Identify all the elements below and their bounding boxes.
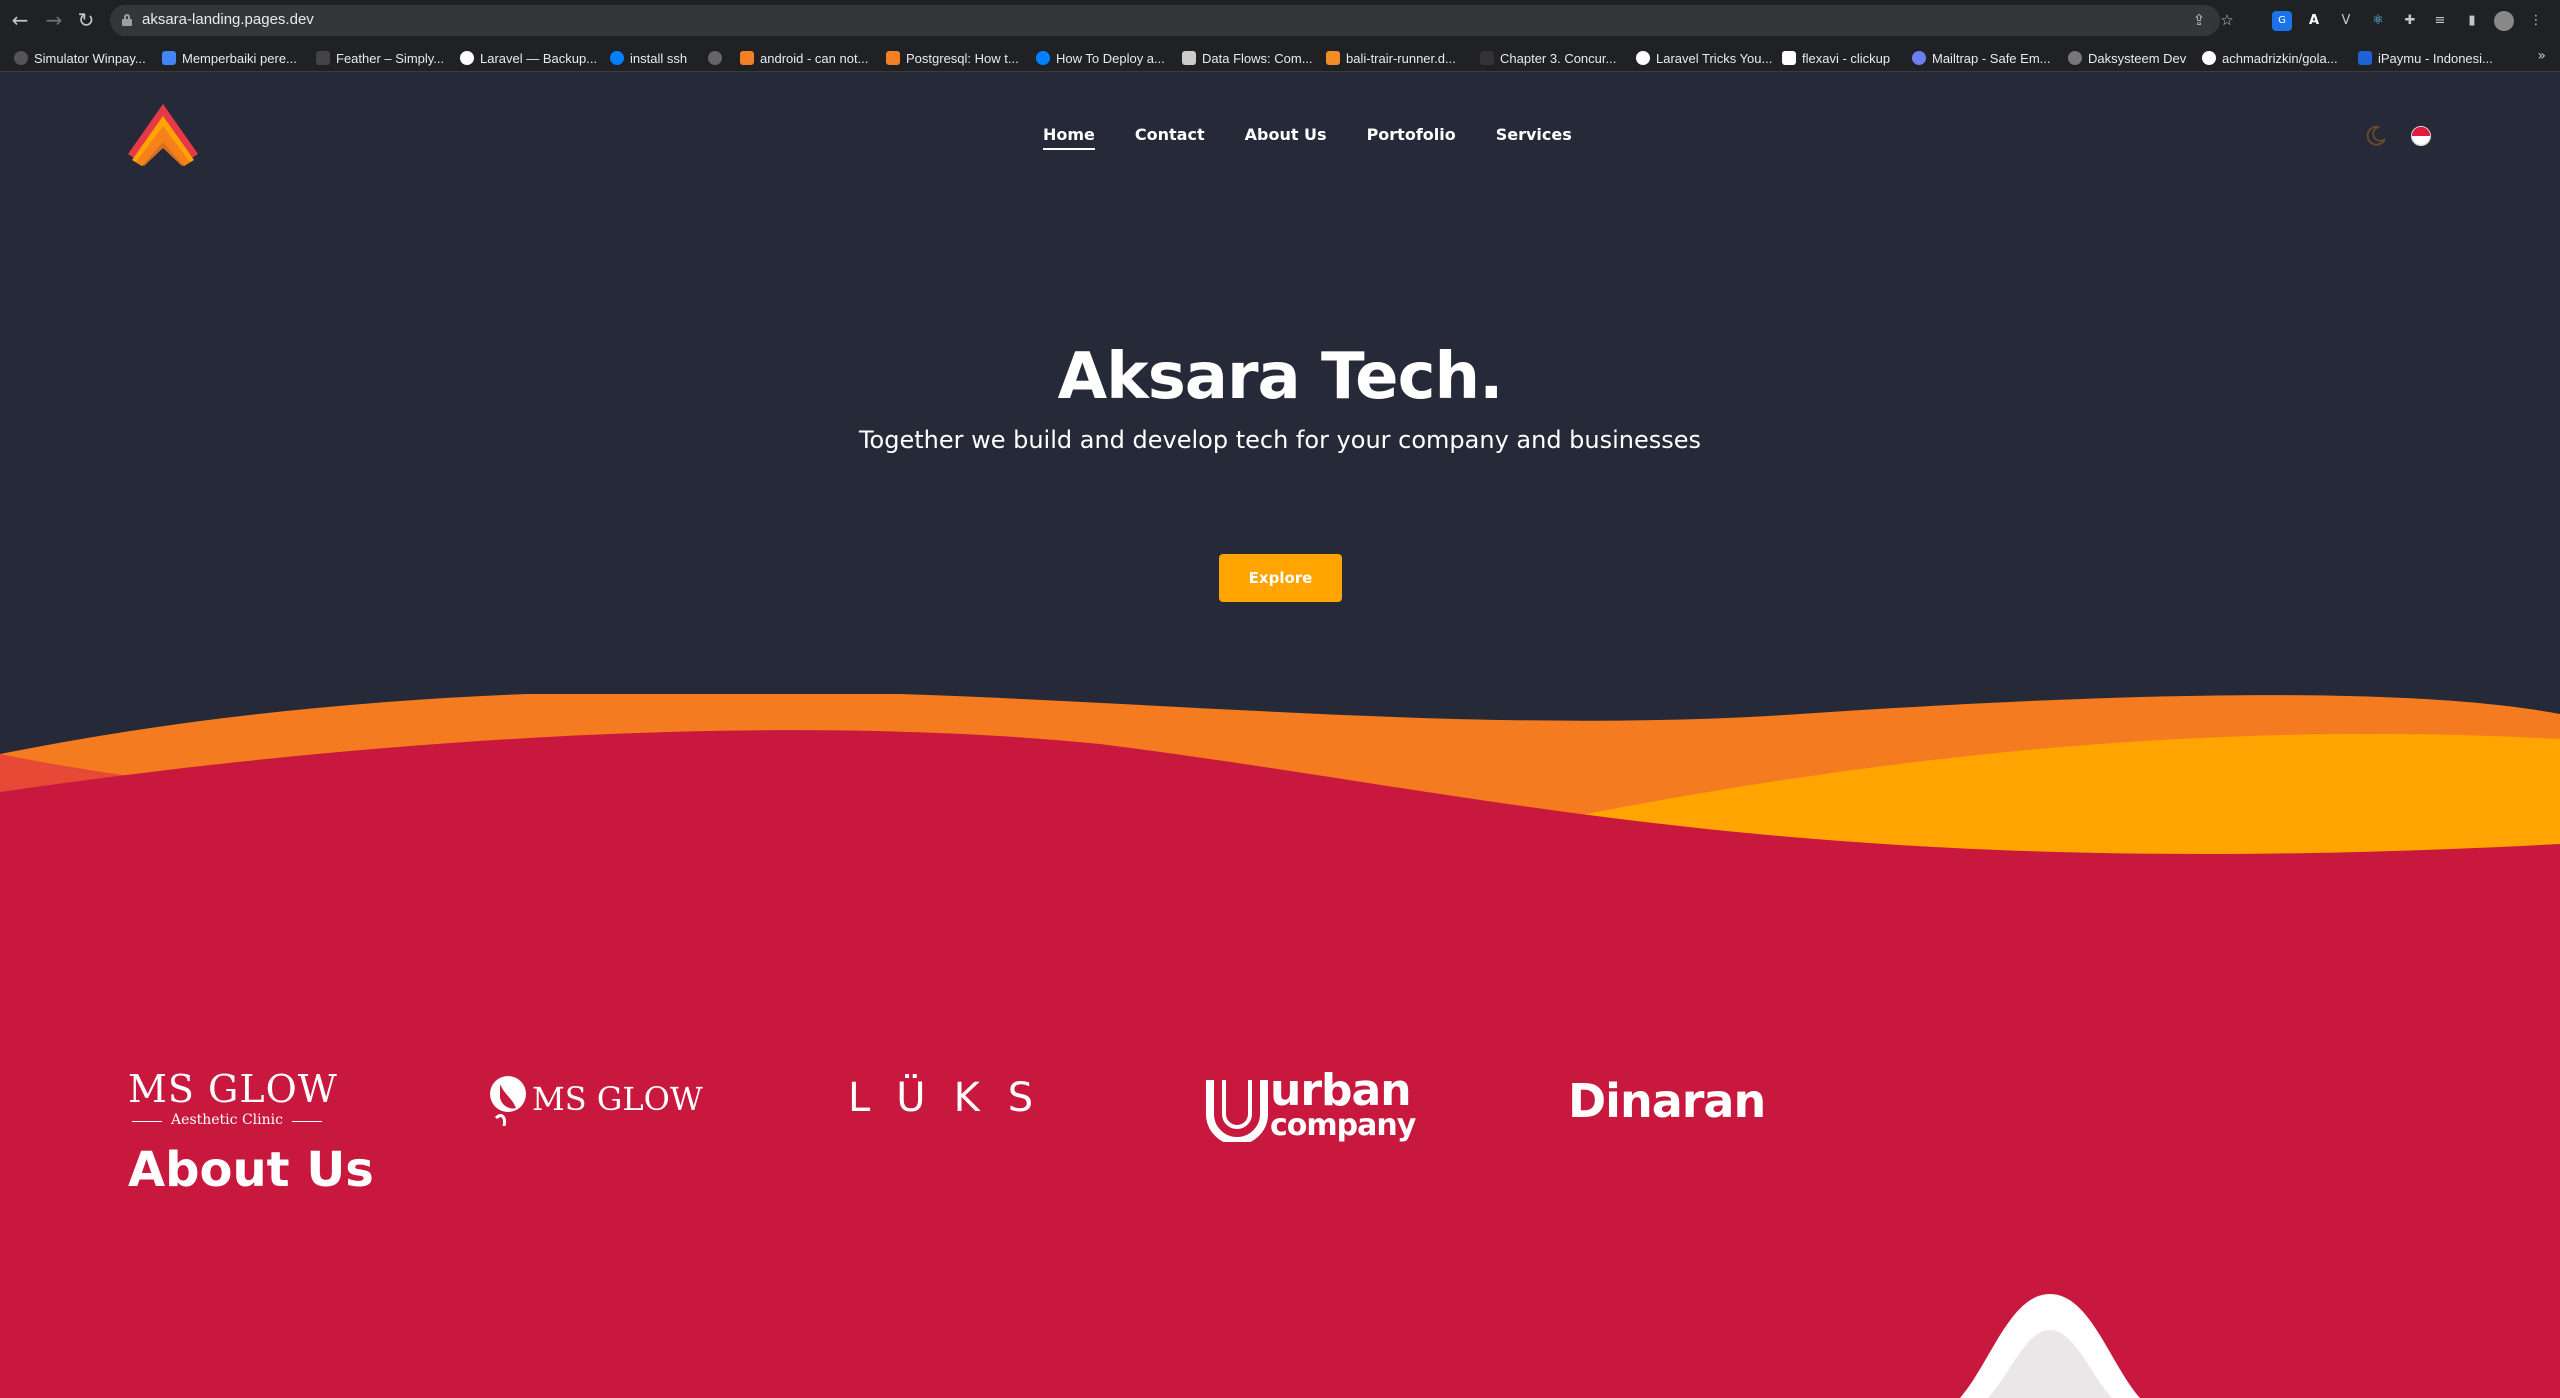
bookmark-item[interactable]: Postgresql: How t... (886, 49, 1019, 67)
hero-title: Aksara Tech. (1057, 340, 1504, 414)
bookmark-item[interactable]: Feather – Simply... (316, 49, 444, 67)
nav-contact[interactable]: Contact (1135, 125, 1205, 150)
globe-icon (14, 51, 28, 65)
medium-icon (1636, 51, 1650, 65)
reload-icon[interactable]: ↻ (74, 8, 98, 32)
address-bar[interactable]: aksara-landing.pages.dev ⇪ ☆ (110, 5, 2234, 36)
bookmark-item[interactable]: iPaymu - Indonesi... (2358, 49, 2493, 67)
indonesia-flag-icon[interactable] (2411, 126, 2431, 146)
client-msglow-clinic-logo: MS GLOW (128, 1067, 338, 1111)
hero-subtitle: Together we build and develop tech for y… (858, 426, 1702, 454)
aksara-logo[interactable] (128, 104, 198, 166)
mailtrap-icon (1912, 51, 1926, 65)
menu-kebab-icon[interactable]: ⋮ (2526, 11, 2546, 31)
client-urban-company-subtitle: company (1270, 1108, 1416, 1143)
bookmark-item[interactable]: achmadrizkin/gola... (2202, 49, 2338, 67)
nav-home[interactable]: Home (1043, 125, 1095, 150)
about-us-illustration (1960, 1294, 2140, 1398)
profile-avatar-icon[interactable] (2494, 11, 2514, 31)
bookmark-favicon (1326, 51, 1340, 65)
bookmark-item[interactable]: Simulator Winpay... (14, 49, 146, 67)
client-logos: MS GLOW Aesthetic Clinic MS GLOW LÜKS ur… (0, 992, 2560, 1142)
digitalocean-icon (1036, 51, 1050, 65)
bookmark-item[interactable]: install ssh (610, 49, 687, 67)
vue-extension-icon[interactable]: V (2336, 11, 2356, 31)
bookmark-item[interactable]: bali-trair-runner.d... (1326, 49, 1456, 67)
client-msglow-clinic-subtitle: Aesthetic Clinic (128, 1112, 326, 1128)
about-us-heading: About Us (128, 1142, 374, 1198)
bookmark-star-icon[interactable]: ☆ (2218, 11, 2236, 29)
moon-icon[interactable] (2364, 124, 2388, 148)
globe-icon (708, 51, 722, 65)
bookmark-favicon (1182, 51, 1196, 65)
bookmark-item[interactable]: android - can not... (740, 49, 868, 67)
ipaymu-icon (2358, 51, 2372, 65)
nav-about-us[interactable]: About Us (1245, 125, 1327, 150)
bookmark-item[interactable]: Laravel — Backup... (460, 49, 597, 67)
react-extension-icon[interactable]: ⚛ (2368, 11, 2388, 31)
url-text[interactable]: aksara-landing.pages.dev (142, 11, 314, 28)
globe-icon (2068, 51, 2082, 65)
bookmark-item[interactable]: Mailtrap - Safe Em... (1912, 49, 2050, 67)
stackoverflow-icon (740, 51, 754, 65)
bookmark-item[interactable]: Memperbaiki pere... (162, 49, 297, 67)
bookmark-favicon (1480, 51, 1494, 65)
bookmark-item[interactable]: Chapter 3. Concur... (1480, 49, 1616, 67)
bookmark-item[interactable]: Data Flows: Com... (1182, 49, 1313, 67)
side-panel-icon[interactable]: ▮ (2462, 11, 2482, 31)
share-icon[interactable]: ⇪ (2190, 11, 2208, 29)
urban-company-u-icon (1206, 1080, 1268, 1142)
landing-page: Home Contact About Us Portofolio Service… (0, 72, 2560, 1398)
back-icon[interactable]: ← (8, 8, 32, 32)
media-controls-icon[interactable]: ≡ (2430, 11, 2450, 31)
translate-extension-icon[interactable]: G (2272, 11, 2292, 31)
bookmarks-bar: Simulator Winpay... Memperbaiki pere... … (0, 42, 2560, 72)
bookmark-item[interactable]: flexavi - clickup (1782, 49, 1890, 67)
nav-portofolio[interactable]: Portofolio (1367, 125, 1456, 150)
extensions-puzzle-icon[interactable]: ✚ (2400, 11, 2420, 31)
bookmark-item[interactable]: Daksysteem Dev (2068, 49, 2186, 67)
client-luks-logo: LÜKS (848, 1075, 1062, 1121)
stackoverflow-icon (886, 51, 900, 65)
explore-button[interactable]: Explore (1219, 554, 1342, 602)
bookmark-item[interactable] (708, 49, 728, 67)
msglow-face-icon (490, 1076, 526, 1126)
forward-icon[interactable]: → (42, 8, 66, 32)
client-dinaran-logo: Dinaran (1568, 1074, 1766, 1128)
nav-services[interactable]: Services (1496, 125, 1572, 150)
browser-toolbar: ← → ↻ aksara-landing.pages.dev ⇪ ☆ G A V… (0, 0, 2560, 42)
bookmark-item[interactable]: How To Deploy a... (1036, 49, 1165, 67)
main-navigation: Home Contact About Us Portofolio Service… (1043, 125, 1572, 150)
feather-icon (316, 51, 330, 65)
bookmarks-overflow-icon[interactable]: » (2537, 48, 2546, 64)
bookmark-favicon (162, 51, 176, 65)
clickup-icon (1782, 51, 1796, 65)
a-extension-icon[interactable]: A (2304, 11, 2324, 31)
bookmark-item[interactable]: Laravel Tricks You... (1636, 49, 1772, 67)
digitalocean-icon (610, 51, 624, 65)
lock-icon (122, 14, 132, 26)
client-msglow-logo: MS GLOW (532, 1080, 703, 1118)
medium-icon (460, 51, 474, 65)
github-icon (2202, 51, 2216, 65)
